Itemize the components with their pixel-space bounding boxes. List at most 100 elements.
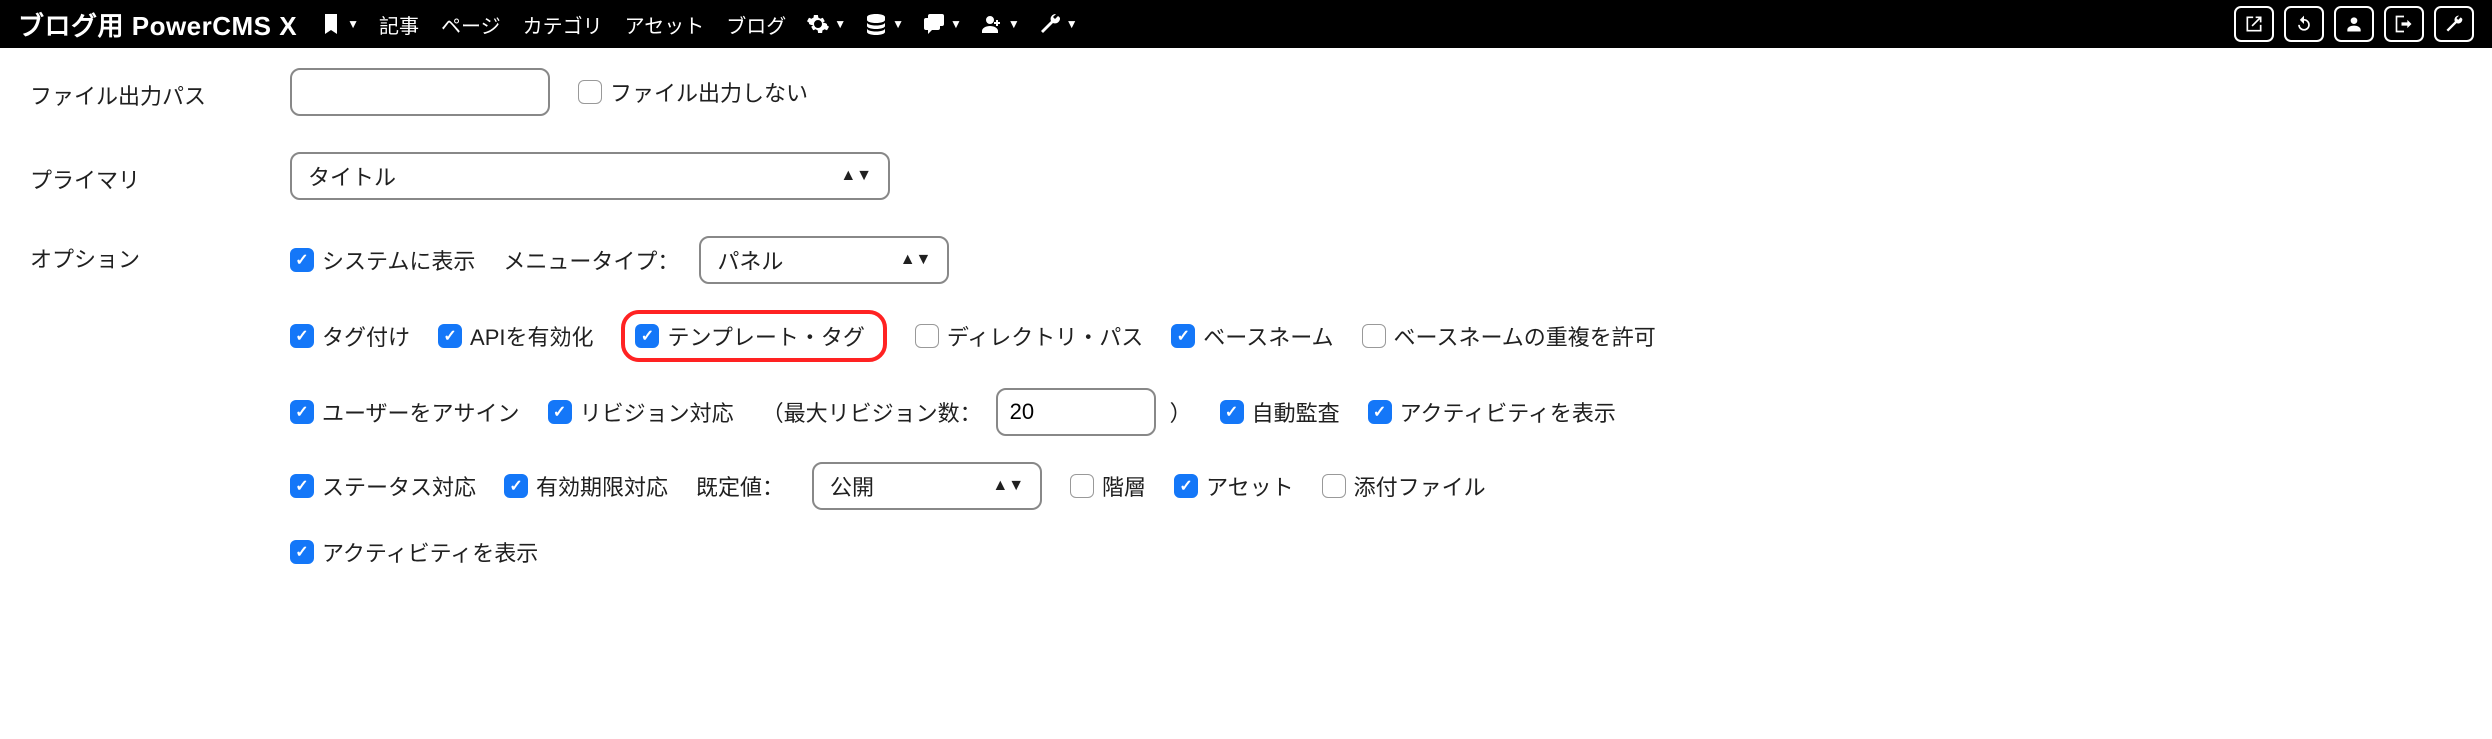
user-plus-icon — [980, 12, 1004, 36]
show-activity2-checkbox[interactable] — [290, 540, 314, 564]
build-button[interactable] — [2434, 6, 2474, 42]
show-activity-label: アクティビティを表示 — [1400, 396, 1616, 428]
label-options: オプション — [30, 236, 290, 274]
refresh-button[interactable] — [2284, 6, 2324, 42]
status-label: ステータス対応 — [322, 470, 476, 502]
status-checkbox[interactable] — [290, 474, 314, 498]
caret-down-icon: ▼ — [347, 17, 359, 31]
brand-title: ブログ用 PowerCMS X — [18, 6, 297, 43]
basename-group[interactable]: ベースネーム — [1171, 320, 1333, 352]
show-activity2-label: アクティビティを表示 — [322, 536, 538, 568]
directory-path-checkbox[interactable] — [915, 324, 939, 348]
attachment-label: 添付ファイル — [1354, 470, 1486, 502]
wrench-icon — [2444, 14, 2464, 34]
allow-basename-dup-label: ベースネームの重複を許可 — [1394, 320, 1656, 352]
comments-menu[interactable]: ▼ — [918, 12, 966, 36]
bookmark-menu[interactable]: ▼ — [315, 12, 363, 36]
user-add-menu[interactable]: ▼ — [976, 12, 1024, 36]
nav-item-blog[interactable]: ブログ — [720, 10, 792, 39]
no-file-output-checkbox[interactable] — [578, 80, 602, 104]
external-link-button[interactable] — [2234, 6, 2274, 42]
file-output-path-input[interactable] — [290, 68, 550, 116]
show-in-system-group[interactable]: システムに表示 — [290, 244, 475, 276]
show-activity-checkbox[interactable] — [1368, 400, 1392, 424]
hierarchy-checkbox[interactable] — [1070, 474, 1094, 498]
template-tag-group[interactable]: テンプレート・タグ — [635, 320, 864, 352]
basename-label: ベースネーム — [1203, 320, 1333, 352]
caret-down-icon: ▼ — [892, 17, 904, 31]
max-revisions-input[interactable] — [996, 388, 1156, 436]
nav-item-articles[interactable]: 記事 — [373, 10, 425, 39]
refresh-icon — [2294, 14, 2314, 34]
primary-select[interactable]: タイトル ▲▼ — [290, 152, 890, 200]
show-activity-group[interactable]: アクティビティを表示 — [1368, 396, 1616, 428]
navbar: ブログ用 PowerCMS X ▼ 記事 ページ カテゴリ アセット ブログ ▼… — [0, 0, 2492, 48]
default-label: 既定値： — [696, 470, 784, 502]
attachment-group[interactable]: 添付ファイル — [1322, 470, 1486, 502]
template-tag-checkbox[interactable] — [635, 324, 659, 348]
select-caret-icon: ▲▼ — [900, 252, 932, 268]
assign-user-label: ユーザーをアサイン — [322, 396, 520, 428]
assign-user-checkbox[interactable] — [290, 400, 314, 424]
label-file-output-path: ファイル出力パス — [30, 73, 290, 111]
enable-api-group[interactable]: APIを有効化 — [438, 320, 593, 352]
select-caret-icon: ▲▼ — [840, 168, 872, 184]
primary-select-value: タイトル — [308, 160, 396, 192]
enable-api-checkbox[interactable] — [438, 324, 462, 348]
attachment-checkbox[interactable] — [1322, 474, 1346, 498]
revision-group[interactable]: リビジョン対応 — [548, 396, 734, 428]
auto-audit-checkbox[interactable] — [1220, 400, 1244, 424]
directory-path-group[interactable]: ディレクトリ・パス — [915, 320, 1143, 352]
comments-icon — [922, 12, 946, 36]
row-file-output-path: ファイル出力パス ファイル出力しない — [30, 68, 2462, 116]
caret-down-icon: ▼ — [834, 17, 846, 31]
menu-type-select[interactable]: パネル ▲▼ — [699, 236, 949, 284]
expiry-group[interactable]: 有効期限対応 — [504, 470, 668, 502]
hierarchy-label: 階層 — [1102, 470, 1146, 502]
assign-user-group[interactable]: ユーザーをアサイン — [290, 396, 520, 428]
show-in-system-label: システムに表示 — [322, 244, 475, 276]
nav-item-categories[interactable]: カテゴリ — [517, 10, 609, 39]
row-primary: プライマリ タイトル ▲▼ — [30, 152, 2462, 200]
allow-basename-dup-checkbox[interactable] — [1362, 324, 1386, 348]
show-activity2-group[interactable]: アクティビティを表示 — [290, 536, 538, 568]
status-group[interactable]: ステータス対応 — [290, 470, 476, 502]
auto-audit-group[interactable]: 自動監査 — [1220, 396, 1340, 428]
nav-item-pages[interactable]: ページ — [435, 10, 507, 39]
form-area: ファイル出力パス ファイル出力しない プライマリ タイトル ▲▼ オプション — [0, 48, 2492, 624]
max-revisions-open: （最大リビジョン数： — [762, 396, 982, 428]
menu-type-label: メニュータイプ： — [503, 244, 679, 276]
settings-menu[interactable]: ▼ — [802, 12, 850, 36]
template-tag-label: テンプレート・タグ — [667, 320, 864, 352]
database-icon — [864, 12, 888, 36]
user-icon — [2344, 14, 2364, 34]
logout-icon — [2394, 14, 2414, 34]
allow-basename-dup-group[interactable]: ベースネームの重複を許可 — [1362, 320, 1656, 352]
default-select[interactable]: 公開 ▲▼ — [812, 462, 1042, 510]
directory-path-label: ディレクトリ・パス — [947, 320, 1143, 352]
revision-checkbox[interactable] — [548, 400, 572, 424]
tagging-checkbox[interactable] — [290, 324, 314, 348]
user-button[interactable] — [2334, 6, 2374, 42]
template-tag-highlight: テンプレート・タグ — [621, 310, 886, 362]
nav-item-assets[interactable]: アセット — [619, 10, 711, 39]
nav-left: ブログ用 PowerCMS X ▼ 記事 ページ カテゴリ アセット ブログ ▼… — [18, 6, 1082, 43]
database-menu[interactable]: ▼ — [860, 12, 908, 36]
logout-button[interactable] — [2384, 6, 2424, 42]
expiry-checkbox[interactable] — [504, 474, 528, 498]
hierarchy-group[interactable]: 階層 — [1070, 470, 1146, 502]
caret-down-icon: ▼ — [1008, 17, 1020, 31]
asset-checkbox[interactable] — [1174, 474, 1198, 498]
no-file-output-checkbox-group[interactable]: ファイル出力しない — [578, 76, 808, 108]
basename-checkbox[interactable] — [1171, 324, 1195, 348]
tagging-group[interactable]: タグ付け — [290, 320, 410, 352]
asset-group[interactable]: アセット — [1174, 470, 1294, 502]
caret-down-icon: ▼ — [950, 17, 962, 31]
expiry-label: 有効期限対応 — [536, 470, 668, 502]
default-select-value: 公開 — [830, 470, 874, 502]
asset-label: アセット — [1206, 470, 1294, 502]
show-in-system-checkbox[interactable] — [290, 248, 314, 272]
gear-icon — [806, 12, 830, 36]
row-options: オプション システムに表示 メニュータイプ： パネル ▲▼ タグ付け — [30, 236, 2462, 568]
tools-menu[interactable]: ▼ — [1034, 12, 1082, 36]
